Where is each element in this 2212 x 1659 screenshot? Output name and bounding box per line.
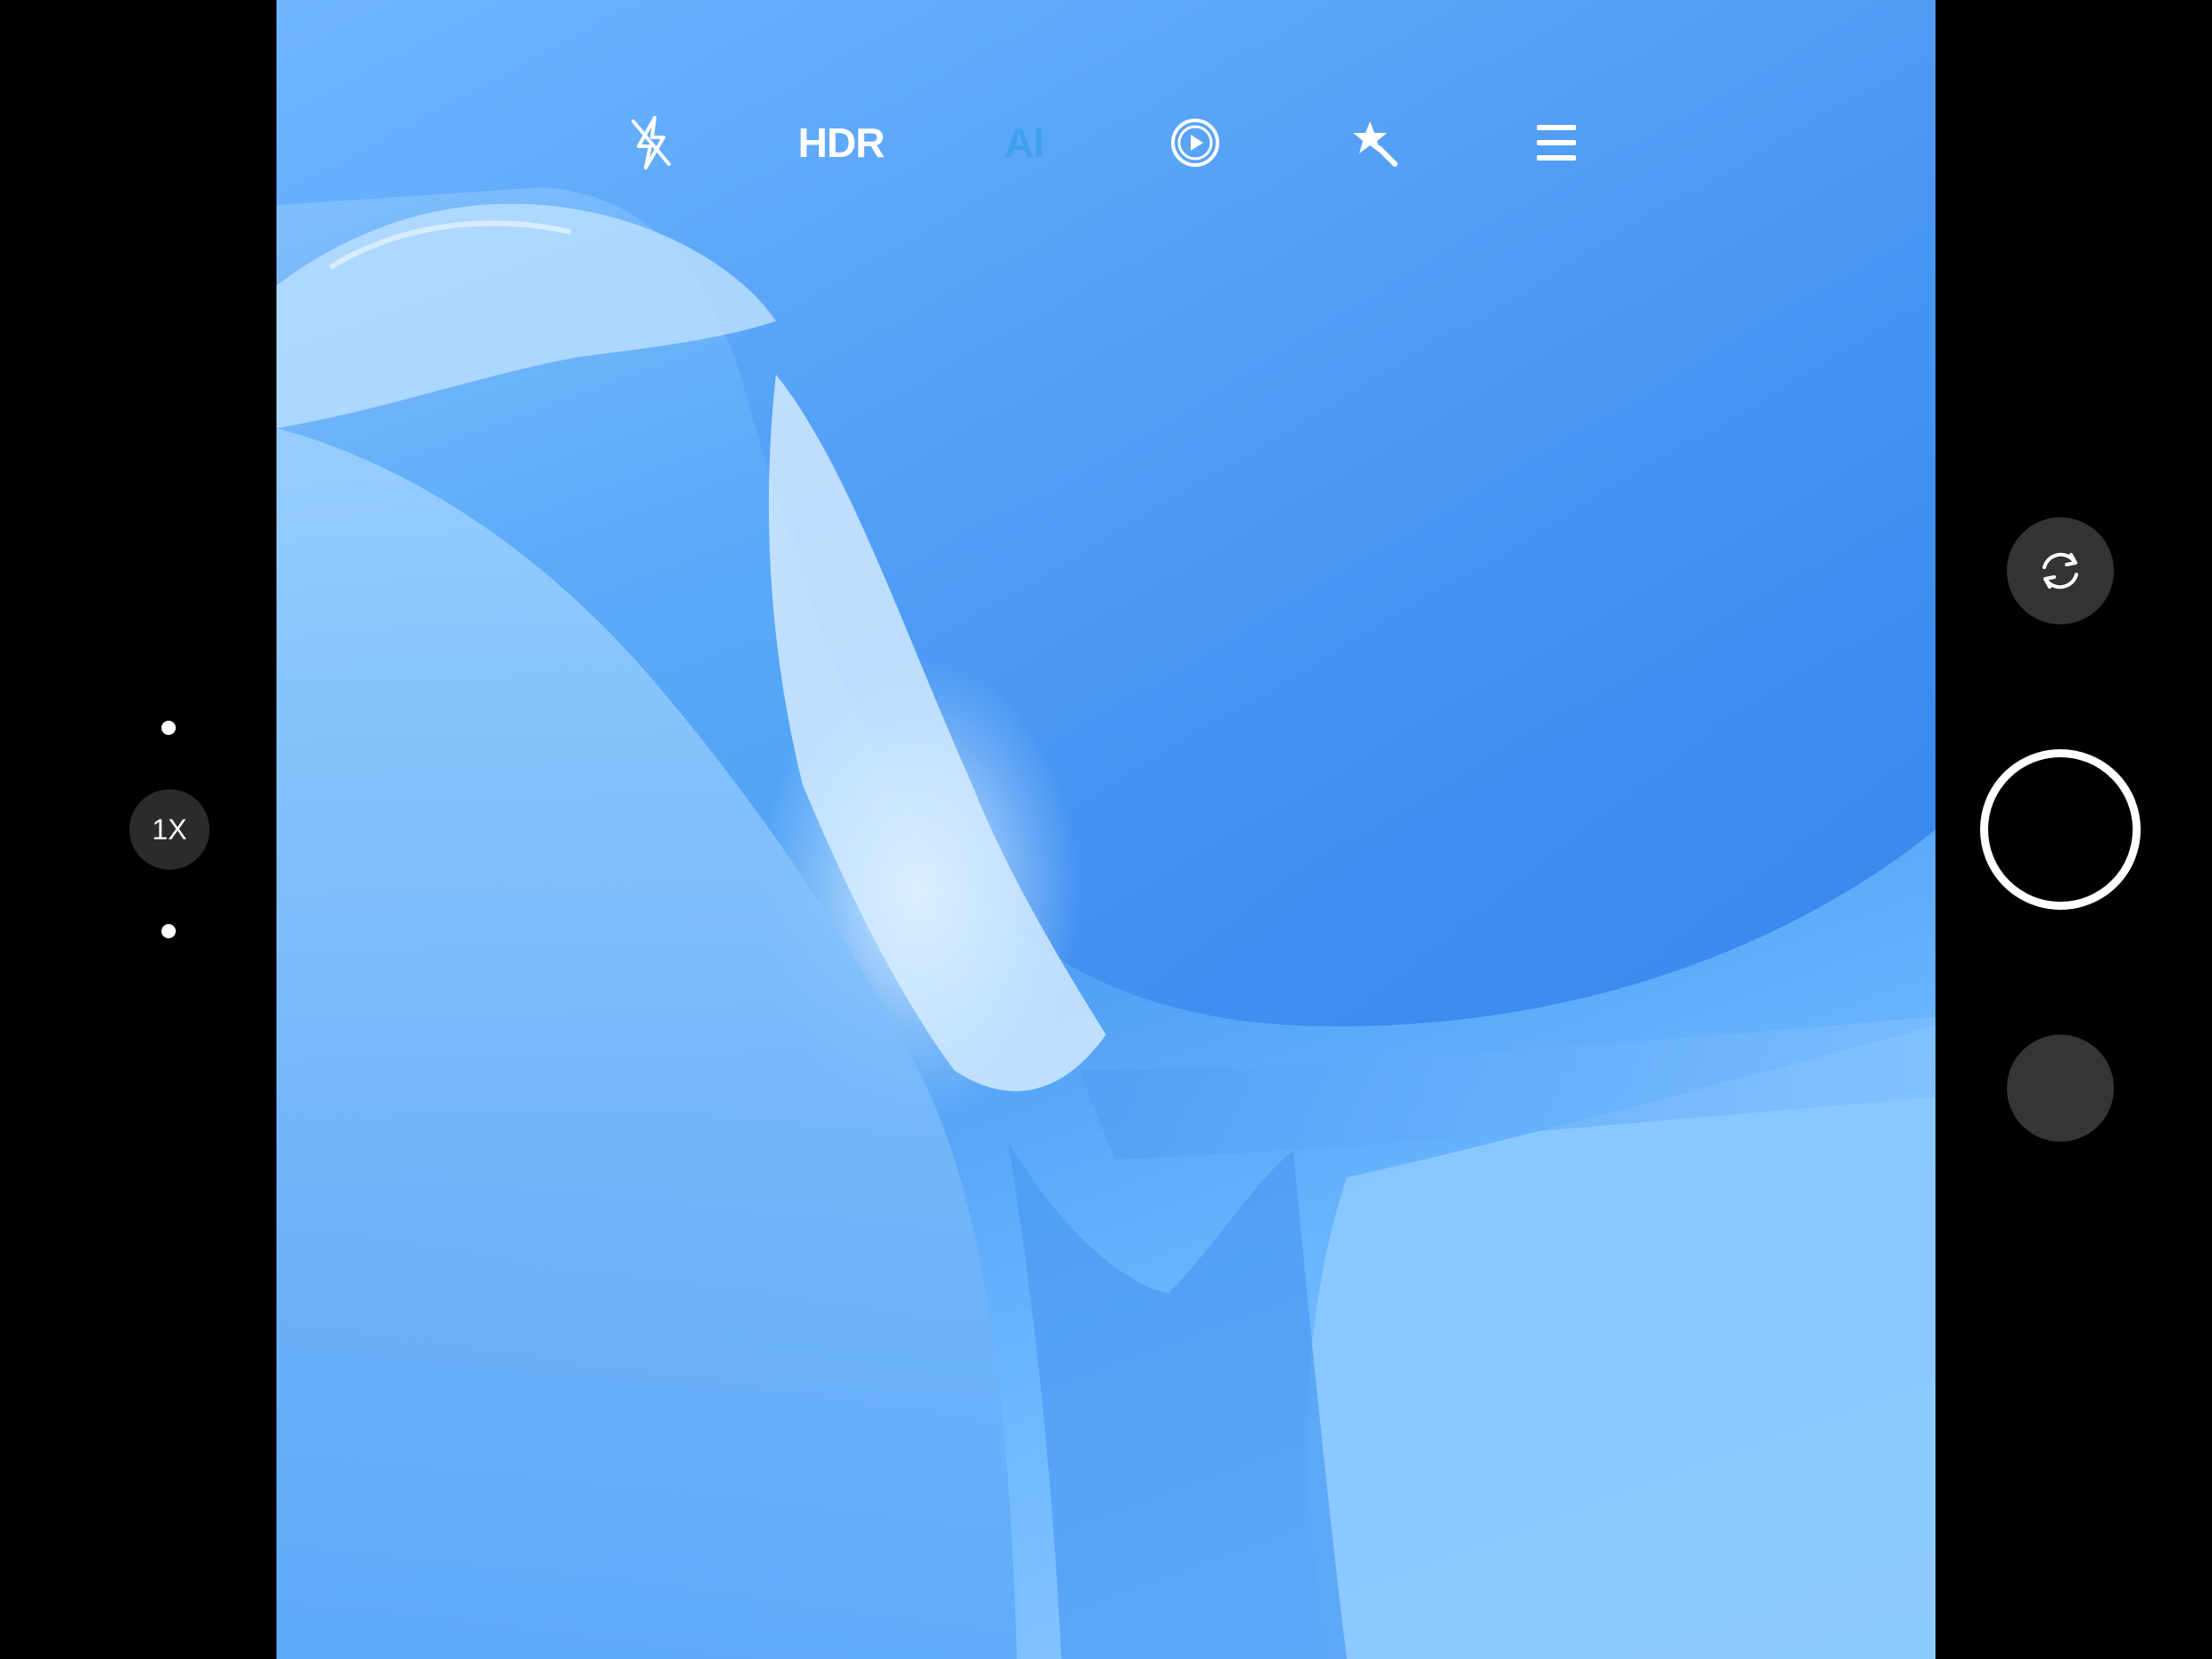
ai-label: AI (1004, 120, 1044, 166)
hdr-label: HDR (797, 120, 886, 166)
switch-camera-button[interactable] (2007, 517, 2114, 624)
gallery-thumbnail[interactable] (2007, 1035, 2114, 1142)
magic-wand-icon[interactable] (1322, 89, 1429, 196)
ai-toggle[interactable]: AI (970, 89, 1077, 196)
left-control-panel: 1X (0, 0, 276, 1659)
hamburger-menu-icon[interactable] (1503, 89, 1610, 196)
zoom-level-dot-lower[interactable] (161, 924, 176, 938)
zoom-level-dot-upper[interactable] (161, 721, 176, 735)
zoom-label: 1X (152, 813, 187, 846)
switch-camera-icon (2043, 552, 2078, 590)
shutter-button[interactable] (1980, 749, 2141, 910)
zoom-button[interactable]: 1X (129, 789, 210, 870)
viewfinder-scene (276, 0, 1936, 1659)
camera-top-toolbar: HDR AI (276, 89, 1936, 196)
flash-off-icon[interactable] (598, 89, 705, 196)
camera-viewfinder[interactable]: HDR AI (276, 0, 1936, 1659)
motion-photo-icon[interactable] (1142, 89, 1249, 196)
hdr-toggle[interactable]: HDR (779, 89, 904, 196)
